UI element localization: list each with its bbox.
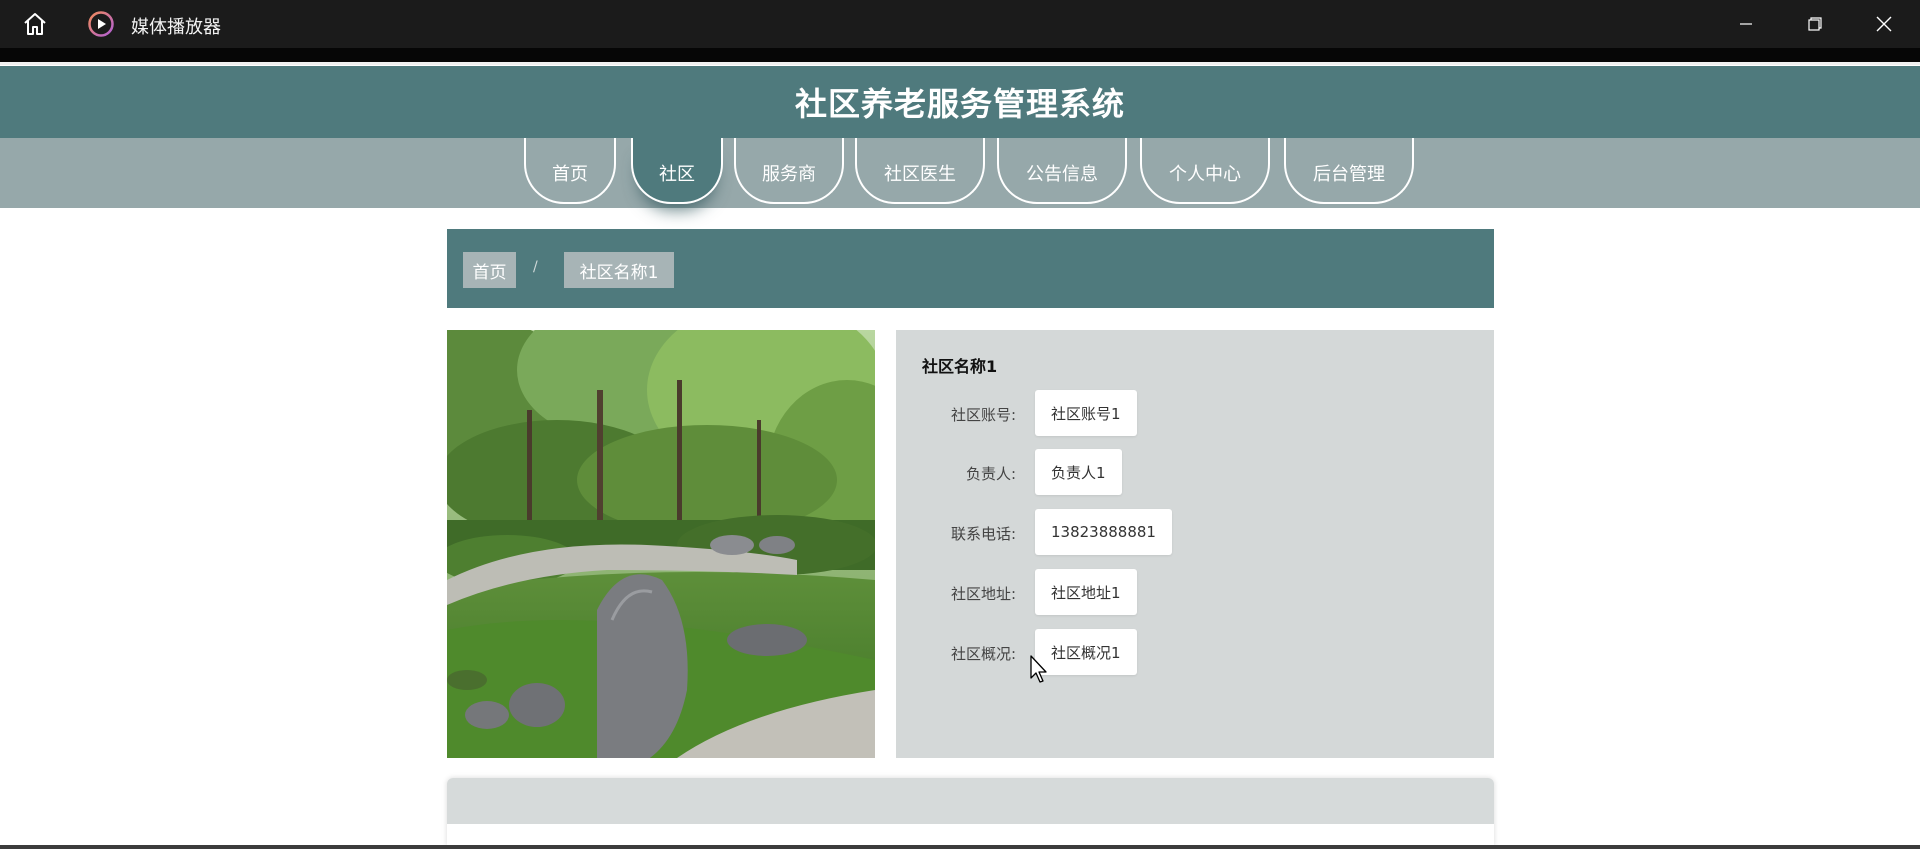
label-account: 社区账号:	[950, 406, 1016, 424]
label-manager: 负责人:	[965, 465, 1016, 483]
mouse-cursor-icon	[1030, 655, 1050, 685]
value-manager: 负责人1	[1035, 449, 1122, 495]
close-button[interactable]	[1856, 0, 1912, 48]
community-photo	[447, 330, 875, 758]
main-nav: 首页 社区 服务商 社区医生 公告信息 个人中心 后台管理	[0, 138, 1920, 208]
window-title: 媒体播放器	[131, 17, 221, 38]
divider	[0, 62, 1920, 65]
site-header: 社区养老服务管理系统	[0, 66, 1920, 138]
detail-title: 社区名称1	[922, 357, 998, 376]
breadcrumb-home[interactable]: 首页	[463, 252, 516, 288]
detail-panel: 社区名称1 社区账号: 社区账号1 负责人: 负责人1 联系电话: 138238…	[896, 330, 1494, 758]
site-title: 社区养老服务管理系统	[794, 85, 1125, 123]
value-phone: 13823888881	[1035, 509, 1172, 555]
restore-button[interactable]	[1787, 0, 1843, 48]
breadcrumb-separator: /	[533, 259, 538, 275]
nav-item-home[interactable]: 首页	[524, 138, 616, 204]
nav-item-doctors[interactable]: 社区医生	[855, 138, 985, 204]
label-overview: 社区概况:	[950, 645, 1016, 663]
breadcrumb: 首页 社区名称1	[447, 229, 1494, 308]
nav-item-profile[interactable]: 个人中心	[1140, 138, 1270, 204]
window-divider	[0, 48, 1920, 62]
breadcrumb-current: 社区名称1	[564, 252, 674, 288]
value-overview: 社区概况1	[1035, 629, 1137, 675]
content-card-header	[447, 778, 1494, 824]
nav-item-providers[interactable]: 服务商	[734, 138, 844, 204]
bottom-edge	[0, 845, 1920, 849]
nav-item-admin[interactable]: 后台管理	[1284, 138, 1414, 204]
minimize-button[interactable]	[1718, 0, 1774, 48]
nav-item-community[interactable]: 社区	[631, 138, 723, 204]
content-card	[447, 778, 1494, 846]
home-icon[interactable]	[22, 12, 48, 36]
label-address: 社区地址:	[950, 585, 1016, 603]
play-icon	[88, 11, 114, 37]
window-titlebar: 媒体播放器	[0, 0, 1920, 48]
value-account: 社区账号1	[1035, 390, 1137, 436]
nav-item-notices[interactable]: 公告信息	[997, 138, 1127, 204]
value-address: 社区地址1	[1035, 569, 1137, 615]
label-phone: 联系电话:	[950, 525, 1016, 543]
